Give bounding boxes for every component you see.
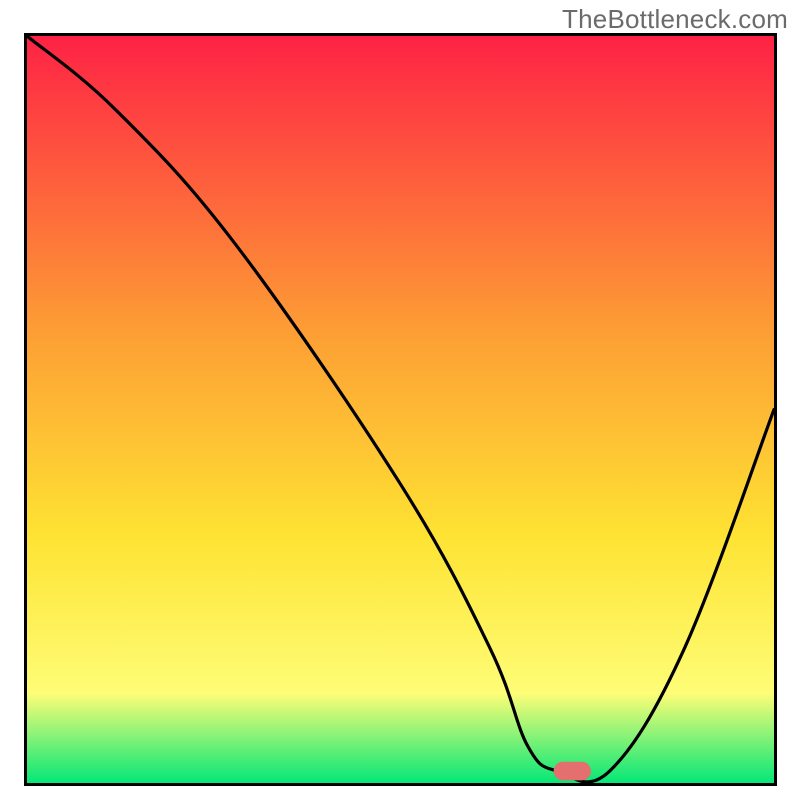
bottleneck-chart bbox=[27, 36, 774, 783]
optimal-point-marker bbox=[554, 762, 591, 781]
watermark-text: TheBottleneck.com bbox=[562, 4, 788, 35]
chart-background-gradient bbox=[27, 36, 774, 783]
chart-frame bbox=[24, 33, 777, 786]
